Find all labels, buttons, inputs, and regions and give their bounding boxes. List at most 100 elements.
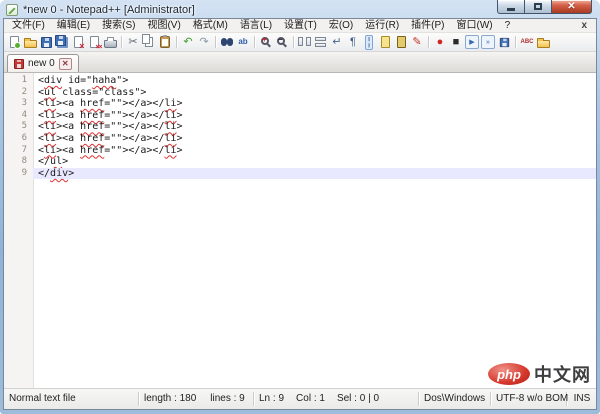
macro-stop-button[interactable]: ■ [448,34,464,50]
save-all-button[interactable] [54,34,70,50]
sync-vertical-scroll-button[interactable] [297,34,313,50]
line-number: 9 [21,167,27,178]
macro-save-button[interactable] [496,34,512,50]
notepad-plus-plus-icon [6,4,18,16]
unsaved-floppy-icon [14,58,24,69]
print-button[interactable] [102,34,118,50]
sync-horizontal-scroll-button[interactable] [313,34,329,50]
doc-map-icon [536,38,550,48]
toolbar-separator [428,36,429,48]
menu-item-format[interactable]: 格式(M) [187,19,234,32]
code-text: <li><a href=""></a></li> [38,98,183,110]
close-all-button[interactable] [86,34,102,51]
close-button[interactable]: ✕ [552,0,592,14]
doc-map-button[interactable] [535,34,551,50]
macro-run-multiple-icon: » [481,35,495,49]
macro-stop-icon: ■ [452,35,460,48]
paste-button[interactable] [157,34,173,50]
editor[interactable]: 1 <div id="haha"> 2 <ul class="class"> 3 <li>… [4,73,596,388]
status-cursor-position: Ln : 9 Col : 1 Sel : 0 | 0 [254,392,419,406]
word-wrap-button[interactable]: ↵ [329,34,345,50]
paste-icon [160,35,170,48]
code-line-7: 7 <li><a href=""></a></li> [4,145,596,157]
menu-item-view[interactable]: 视图(V) [141,19,186,32]
code-line-2: 2 <ul class="class"> [4,87,596,99]
menu-items: 文件(F) 编辑(E) 搜索(S) 视图(V) 格式(M) 语言(L) 设置(T) 宏(O) 运… [6,19,516,32]
tab-new-0[interactable]: new 0 ✕ [7,54,79,72]
close-file-button[interactable] [70,34,86,51]
tab-close-icon[interactable]: ✕ [58,57,72,70]
new-file-button[interactable] [6,34,22,50]
toolbar-separator [515,36,516,48]
redo-button[interactable]: ↷ [196,34,212,50]
menu-item-file[interactable]: 文件(F) [6,19,51,32]
line-number: 5 [21,121,27,132]
sync-horizontal-scroll-icon [314,36,328,48]
code-text: <li><a href=""></a></li> [38,132,183,144]
indent-guide-icon: ¦ [364,34,374,50]
menu-item-search[interactable]: 搜索(S) [96,19,141,32]
menu-bar: 文件(F) 编辑(E) 搜索(S) 视图(V) 格式(M) 语言(L) 设置(T) 宏(O) 运… [4,19,596,33]
code-line-1: 1 <div id="haha"> [4,75,596,87]
code-text: <li><a href=""></a></li> [38,109,183,121]
caption-buttons: ✕ [497,0,592,14]
menu-item-settings[interactable]: 设置(T) [278,19,323,32]
window-client-area: 文件(F) 编辑(E) 搜索(S) 视图(V) 格式(M) 语言(L) 设置(T) 宏(O) 运… [3,18,597,410]
spell-check-button[interactable]: ABC [519,34,535,50]
open-file-icon [23,38,37,48]
zoom-out-button[interactable] [274,34,290,50]
watermark: php 中文网 [488,361,591,387]
status-selection: Sel : 0 | 0 [336,393,380,404]
show-all-characters-button[interactable]: ¶ [345,34,361,50]
macro-run-multiple-button[interactable]: » [480,34,496,50]
open-file-button[interactable] [22,34,38,50]
code-line-9: 9 </div> [4,167,596,180]
menu-item-edit[interactable]: 编辑(E) [51,19,96,32]
watermark-site-text: 中文网 [534,365,591,385]
maximize-button[interactable] [525,0,552,14]
maximize-icon [534,3,542,10]
find-button[interactable] [219,34,235,50]
menu-item-run[interactable]: 运行(R) [359,19,405,32]
status-doc-type: Normal text file [4,392,139,406]
php-logo: php [488,363,530,385]
line-number: 8 [21,156,27,167]
minimize-button[interactable] [497,0,525,14]
menu-item-macro[interactable]: 宏(O) [323,19,359,32]
replace-button[interactable]: ab [235,34,251,50]
menu-item-language[interactable]: 语言(L) [234,19,278,32]
indent-guide-button[interactable]: ¦ [361,34,377,50]
zoom-in-button[interactable] [258,34,274,50]
function-list-button[interactable] [393,34,409,50]
menu-close-icon[interactable]: x [574,20,594,31]
redo-icon: ↷ [199,35,209,48]
code-line-3: 3 <li><a href=""></a></li> [4,98,596,110]
toolbar-separator [176,36,177,48]
tab-bar: new 0 ✕ [4,52,596,73]
user-defined-language-button[interactable] [377,34,393,50]
toolbar-separator [215,36,216,48]
macro-record-button[interactable]: ● [432,34,448,50]
macro-play-button[interactable]: ▶ [464,34,480,50]
edit-pen-button[interactable]: ✎ [409,34,425,50]
copy-button[interactable] [141,34,157,50]
undo-button[interactable]: ↶ [180,34,196,50]
close-all-icon [89,36,102,51]
status-doc-stats: length : 180 lines : 9 [139,392,254,406]
function-list-icon [396,36,406,48]
line-number: 7 [21,144,27,155]
print-icon [103,37,117,48]
replace-icon: ab [238,37,248,46]
menu-item-window[interactable]: 窗口(W) [451,19,499,32]
cut-button[interactable]: ✂ [125,34,141,50]
line-number: 1 [21,75,27,85]
toolbar-separator [254,36,255,48]
status-eol-format: Dos\Windows [419,392,491,406]
code-text: </ul> [38,156,69,168]
code-text: <ul class="class"> [38,86,147,98]
menu-item-plugins[interactable]: 插件(P) [405,19,450,32]
save-all-icon [54,34,66,46]
save-file-button[interactable] [38,34,54,50]
line-number: 4 [21,109,27,120]
menu-item-help[interactable]: ? [499,19,517,32]
